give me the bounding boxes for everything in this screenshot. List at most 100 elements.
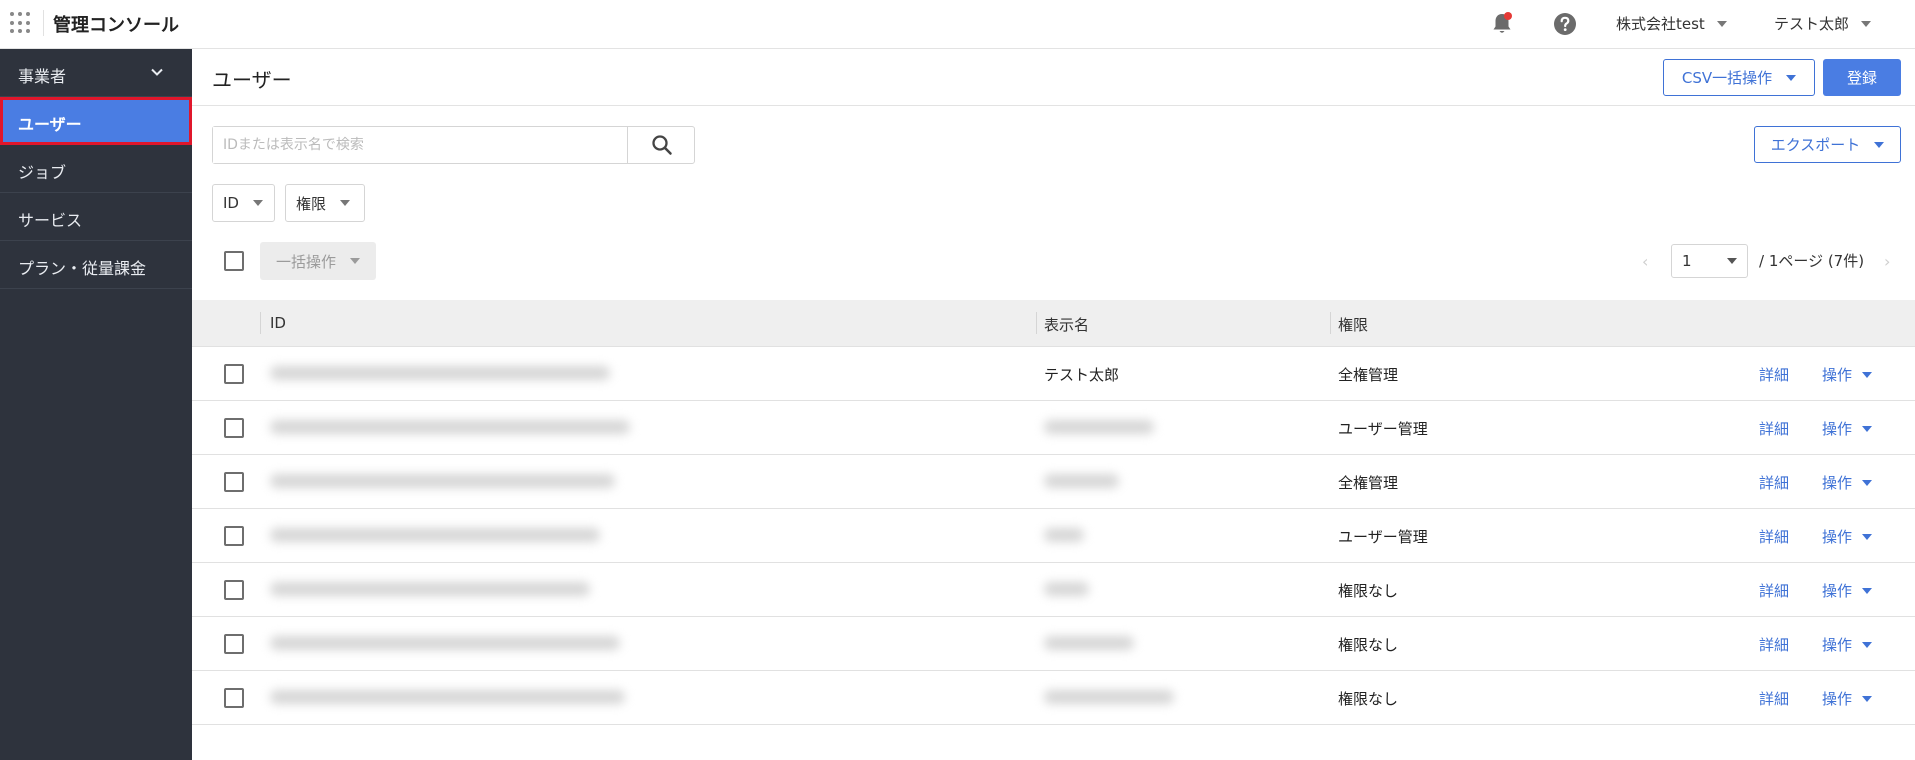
row-checkbox[interactable] [224, 526, 244, 546]
column-header-display-name[interactable]: 表示名 [1044, 314, 1089, 335]
row-checkbox[interactable] [224, 634, 244, 654]
page-select-value: 1 [1682, 252, 1692, 270]
role-cell: 全権管理 [1338, 474, 1399, 492]
bulk-action-button[interactable]: 一括操作 [260, 242, 376, 280]
sidebar-section-header[interactable]: 事業者 [0, 49, 192, 97]
role-cell: 権限なし [1338, 582, 1399, 600]
column-header-role[interactable]: 権限 [1338, 314, 1368, 335]
register-button[interactable]: 登録 [1823, 59, 1901, 96]
page-select[interactable]: 1 [1671, 244, 1748, 278]
redacted-id [270, 474, 615, 488]
filter-role[interactable]: 権限 [285, 184, 365, 222]
redacted-id [270, 582, 590, 596]
sidebar-item-label: ジョブ [18, 163, 67, 182]
detail-link[interactable]: 詳細 [1759, 688, 1789, 709]
next-page-button[interactable]: › [1884, 252, 1890, 271]
operation-label: 操作 [1822, 690, 1853, 708]
redacted-display-name [1044, 582, 1089, 596]
operation-menu[interactable]: 操作 [1822, 688, 1873, 709]
table-row: 権限なし 詳細 操作 [192, 617, 1915, 671]
filter-id-label: ID [223, 194, 239, 212]
register-label: 登録 [1846, 69, 1877, 87]
chevron-down-icon [1716, 20, 1727, 27]
chevron-down-icon [1874, 141, 1885, 148]
operation-menu[interactable]: 操作 [1822, 526, 1873, 547]
chevron-down-icon [1862, 371, 1873, 378]
role-cell: ユーザー管理 [1338, 528, 1428, 546]
chevron-down-icon [1862, 641, 1873, 648]
chevron-down-icon [1861, 20, 1872, 27]
page-info: / 1ページ (7件) [1759, 252, 1865, 270]
chevron-down-icon [1786, 74, 1797, 81]
select-all-checkbox[interactable] [224, 251, 244, 271]
operation-label: 操作 [1822, 582, 1853, 600]
sidebar-item-plans[interactable]: プラン・従量課金 [0, 241, 192, 289]
chevron-down-icon [252, 200, 263, 206]
operation-menu[interactable]: 操作 [1822, 634, 1873, 655]
role-cell: 全権管理 [1338, 366, 1399, 384]
row-checkbox[interactable] [224, 688, 244, 708]
table-row: 権限なし 詳細 操作 [192, 563, 1915, 617]
detail-link[interactable]: 詳細 [1759, 472, 1789, 493]
header-divider [43, 10, 44, 36]
redacted-display-name [1044, 420, 1154, 434]
row-checkbox[interactable] [224, 418, 244, 438]
prev-page-button[interactable]: ‹ [1642, 252, 1648, 271]
operation-menu[interactable]: 操作 [1822, 364, 1873, 385]
user-menu[interactable]: テスト太郎 [1774, 13, 1872, 34]
column-header-id[interactable]: ID [270, 314, 286, 332]
csv-bulk-label: CSV一括操作 [1681, 69, 1773, 87]
chevron-down-icon [151, 68, 163, 76]
redacted-display-name [1044, 474, 1119, 488]
operation-menu[interactable]: 操作 [1822, 472, 1873, 493]
row-checkbox[interactable] [224, 364, 244, 384]
export-label: エクスポート [1770, 136, 1861, 154]
redacted-id [270, 420, 630, 434]
row-checkbox[interactable] [224, 472, 244, 492]
sidebar-item-users[interactable]: ユーザー [0, 97, 192, 145]
company-menu[interactable]: 株式会社test [1616, 13, 1727, 34]
operation-label: 操作 [1822, 636, 1853, 654]
operation-label: 操作 [1822, 366, 1853, 384]
csv-bulk-button[interactable]: CSV一括操作 [1663, 59, 1815, 96]
search-input[interactable] [213, 127, 627, 163]
chevron-down-icon [1862, 479, 1873, 486]
operation-label: 操作 [1822, 420, 1853, 438]
company-menu-label: 株式会社test [1616, 15, 1705, 33]
detail-link[interactable]: 詳細 [1759, 634, 1789, 655]
redacted-id [270, 528, 600, 542]
bulk-action-label: 一括操作 [275, 252, 336, 271]
apps-grid-icon[interactable] [10, 12, 32, 34]
search-button[interactable] [627, 127, 695, 163]
column-separator [260, 312, 261, 334]
sidebar-item-label: ユーザー [18, 115, 82, 134]
detail-link[interactable]: 詳細 [1759, 418, 1789, 439]
operation-menu[interactable]: 操作 [1822, 580, 1873, 601]
main-content: ユーザー CSV一括操作 登録 エクスポート ID 権限 一括操作 ‹ 1 [192, 49, 1915, 760]
sidebar-item-jobs[interactable]: ジョブ [0, 145, 192, 193]
sidebar-item-services[interactable]: サービス [0, 193, 192, 241]
filter-id[interactable]: ID [212, 184, 275, 222]
operation-menu[interactable]: 操作 [1822, 418, 1873, 439]
detail-link[interactable]: 詳細 [1759, 364, 1789, 385]
search-icon [651, 135, 672, 155]
search-box [212, 126, 695, 164]
sidebar-item-label: サービス [18, 211, 83, 230]
help-icon[interactable] [1553, 12, 1577, 36]
table-row: テスト太郎 全権管理 詳細 操作 [192, 347, 1915, 401]
chevron-down-icon [1727, 258, 1737, 264]
row-checkbox[interactable] [224, 580, 244, 600]
role-cell: 権限なし [1338, 636, 1399, 654]
chevron-down-icon [1862, 533, 1873, 540]
bell-icon[interactable] [1490, 11, 1514, 37]
export-button[interactable]: エクスポート [1754, 126, 1901, 163]
redacted-display-name [1044, 636, 1134, 650]
detail-link[interactable]: 詳細 [1759, 580, 1789, 601]
user-menu-label: テスト太郎 [1774, 15, 1850, 33]
app-title: 管理コンソール [53, 15, 179, 36]
chevron-down-icon [350, 258, 360, 264]
column-separator [1036, 312, 1037, 334]
detail-link[interactable]: 詳細 [1759, 526, 1789, 547]
chevron-down-icon [1862, 425, 1873, 432]
notification-badge [1504, 12, 1512, 20]
